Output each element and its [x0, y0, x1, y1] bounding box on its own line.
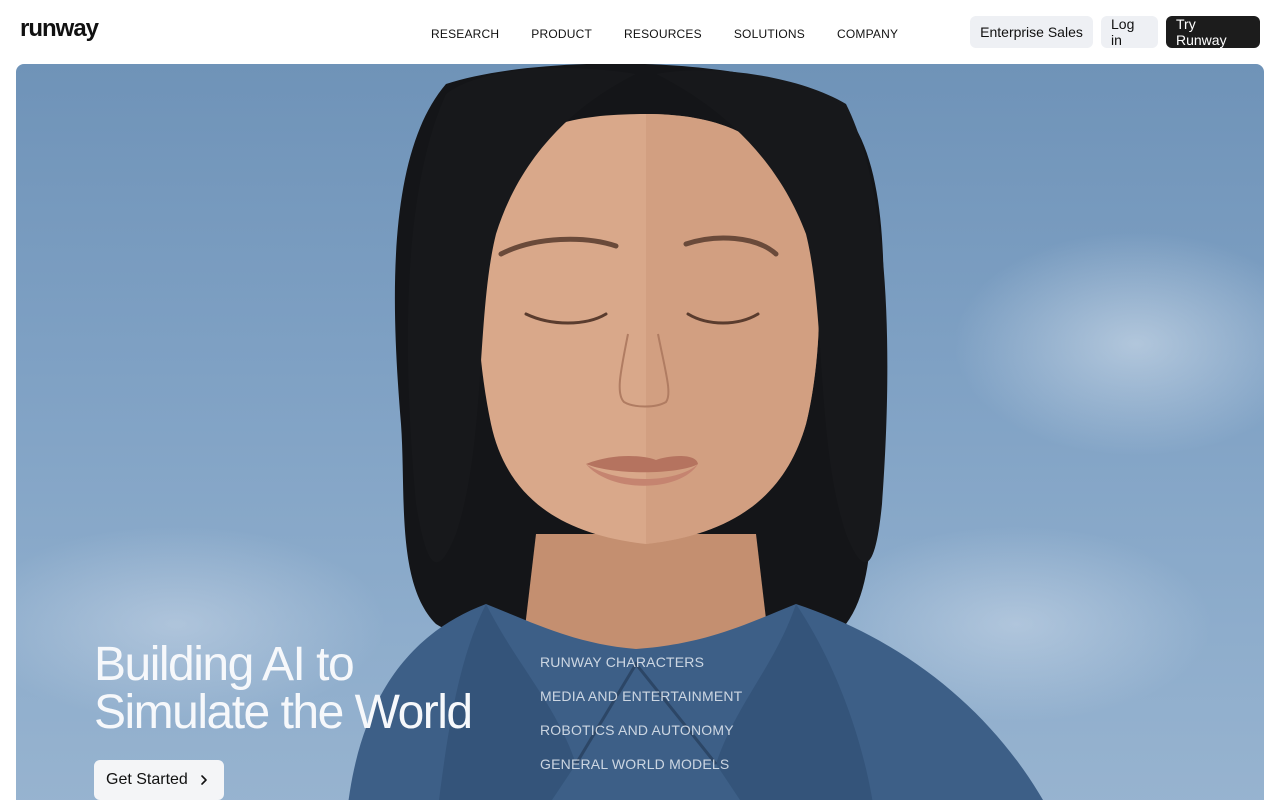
headline-line-1: Building AI to	[94, 638, 355, 691]
hero-headline: Building AI to Simulate the World	[94, 638, 473, 739]
get-started-label: Get Started	[106, 771, 188, 788]
headline-line-2: Simulate the World	[94, 686, 473, 739]
chevron-right-icon	[201, 775, 207, 785]
solutions-list: RUNWAY CHARACTERS MEDIA AND ENTERTAINMEN…	[540, 653, 742, 789]
login-button[interactable]: Log in	[1101, 16, 1158, 48]
link-general-world-models[interactable]: GENERAL WORLD MODELS	[540, 755, 742, 789]
link-runway-characters[interactable]: RUNWAY CHARACTERS	[540, 653, 742, 687]
nav-company[interactable]: COMPANY	[837, 27, 898, 41]
nav-solutions[interactable]: SOLUTIONS	[734, 27, 805, 41]
nav-research[interactable]: RESEARCH	[431, 27, 499, 41]
site-header: runway RESEARCH PRODUCT RESOURCES SOLUTI…	[0, 0, 1280, 64]
link-media-entertainment[interactable]: MEDIA AND ENTERTAINMENT	[540, 687, 742, 721]
enterprise-sales-button[interactable]: Enterprise Sales	[970, 16, 1093, 48]
main-nav: RESEARCH PRODUCT RESOURCES SOLUTIONS COM…	[431, 27, 898, 41]
nav-product[interactable]: PRODUCT	[531, 27, 592, 41]
get-started-button[interactable]: Get Started	[94, 760, 224, 800]
link-robotics-autonomy[interactable]: ROBOTICS AND AUTONOMY	[540, 721, 742, 755]
try-runway-button[interactable]: Try Runway	[1166, 16, 1260, 48]
hero-section: Building AI to Simulate the World Get St…	[16, 64, 1264, 800]
nav-resources[interactable]: RESOURCES	[624, 27, 702, 41]
runway-logo[interactable]: runway	[20, 15, 99, 43]
